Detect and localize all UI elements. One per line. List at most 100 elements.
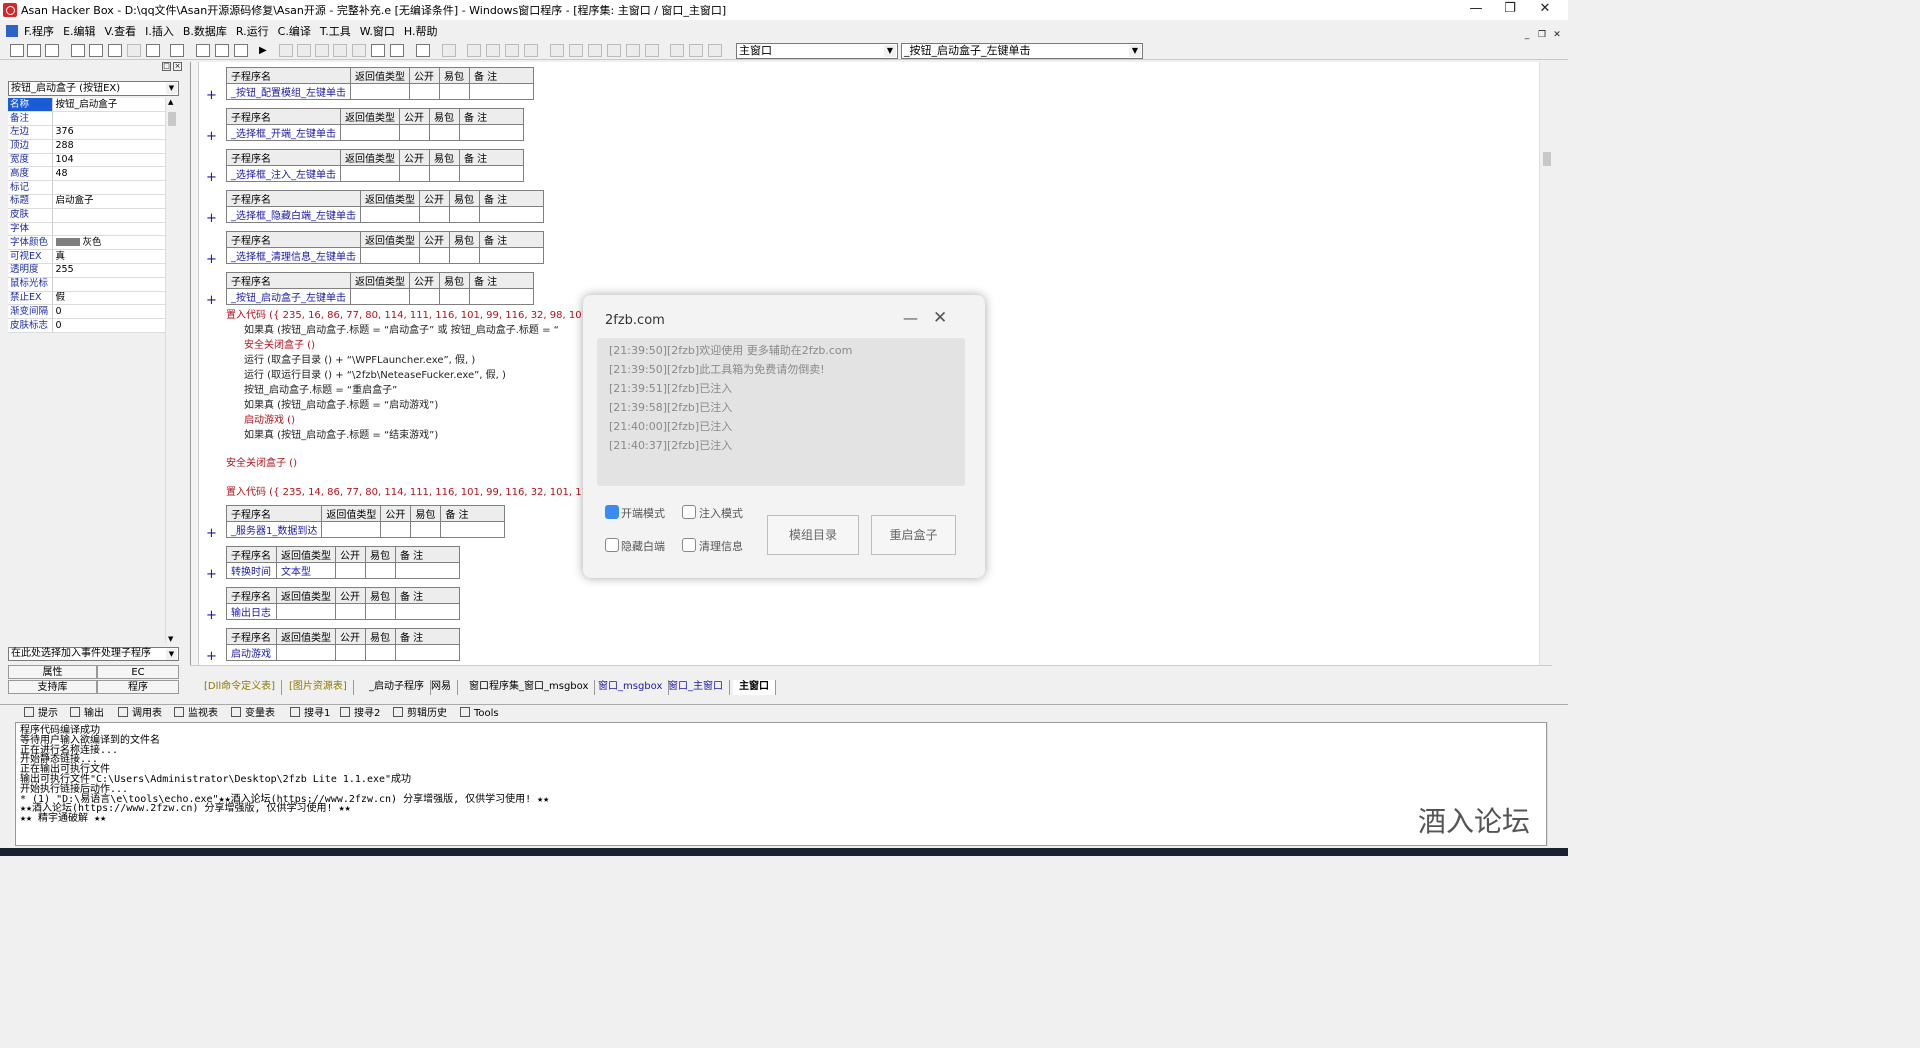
expand-icon[interactable]: + <box>206 294 217 307</box>
property-row[interactable]: 高度 48 <box>8 166 168 182</box>
property-value[interactable] <box>51 277 168 292</box>
pin-icon[interactable]: □ <box>162 62 171 71</box>
dialog-minimize-button[interactable]: — <box>903 309 918 327</box>
paste-icon[interactable] <box>108 44 122 57</box>
property-value[interactable]: 0 <box>51 304 168 320</box>
subroutine-name[interactable]: _按钮_启动盒子_左键单击 <box>226 288 351 305</box>
output-tab[interactable]: 输出 <box>70 707 104 721</box>
subroutine-name[interactable]: _选择框_清理信息_左键单击 <box>226 247 361 264</box>
expand-icon[interactable]: + <box>206 650 217 663</box>
table-row[interactable]: 启动游戏 <box>226 644 460 661</box>
new-file-icon[interactable] <box>10 44 24 57</box>
subroutine-name[interactable]: _选择框_隐藏白端_左键单击 <box>226 206 361 223</box>
align-4-icon[interactable] <box>505 44 519 57</box>
code-line[interactable]: 如果真 (按钮_启动盒子.标题 = “启动游戏”) <box>244 398 438 413</box>
scroll-down-icon[interactable]: ▼ <box>168 635 173 643</box>
subroutine-name[interactable]: _选择框_注入_左键单击 <box>226 165 341 182</box>
find-icon[interactable] <box>170 44 184 57</box>
menu-help[interactable]: H.帮助 <box>404 23 438 39</box>
editor-vscrollbar[interactable] <box>1539 62 1552 665</box>
checkbox-inject-mode[interactable] <box>682 505 696 519</box>
output-tab[interactable]: Tools <box>460 707 499 721</box>
property-value[interactable]: 376 <box>51 125 168 140</box>
output-tab[interactable]: 变量表 <box>231 707 275 721</box>
close-button[interactable]: ✕ <box>1522 0 1568 20</box>
align-9-icon[interactable] <box>607 44 621 57</box>
menu-run[interactable]: R.运行 <box>236 23 269 39</box>
property-row[interactable]: 标记 <box>8 180 168 196</box>
property-scrollbar[interactable]: ▲ ▼ <box>165 98 178 643</box>
table-row[interactable]: 输出日志 <box>226 603 460 620</box>
table-row[interactable]: _选择框_注入_左键单击 <box>226 165 524 182</box>
code-tab[interactable]: 窗口_msgbox <box>592 680 670 695</box>
menu-edit[interactable]: E.编辑 <box>63 23 95 39</box>
expand-icon[interactable]: + <box>206 609 217 622</box>
redo-icon[interactable] <box>127 44 141 57</box>
table-row[interactable]: _服务器1_数据到达 <box>225 521 506 538</box>
size-2-icon[interactable] <box>689 44 703 57</box>
output-scrollbar[interactable] <box>1547 722 1561 846</box>
property-value[interactable]: 104 <box>51 153 168 168</box>
property-value[interactable] <box>51 208 168 223</box>
property-value[interactable]: 0 <box>51 318 168 334</box>
property-value[interactable]: 假 <box>51 291 168 306</box>
editor-hscrollbar[interactable] <box>190 665 1552 678</box>
hand-icon[interactable] <box>390 44 404 57</box>
property-value[interactable]: 255 <box>51 263 168 278</box>
align-6-icon[interactable] <box>550 44 564 57</box>
mdi-close-button[interactable]: ✕ <box>1550 26 1564 46</box>
menu-window[interactable]: W.窗口 <box>360 23 395 39</box>
tab-properties[interactable]: 属性 <box>8 665 97 679</box>
subroutine-name[interactable]: _按钮_配置模组_左键单击 <box>226 83 351 100</box>
code-tab[interactable]: [图片资源表] <box>283 680 354 695</box>
copy-icon[interactable] <box>89 44 103 57</box>
save-icon[interactable] <box>45 44 59 57</box>
code-tab[interactable]: _启动子程序 <box>363 680 431 695</box>
step-into-icon[interactable] <box>297 44 311 57</box>
mdi-restore-button[interactable]: ❐ <box>1535 26 1549 46</box>
size-3-icon[interactable] <box>708 44 722 57</box>
property-value[interactable] <box>51 111 168 127</box>
subroutine-name[interactable]: _选择框_开端_左键单击 <box>226 124 341 141</box>
cut-icon[interactable] <box>71 44 85 57</box>
output-tab[interactable]: 提示 <box>24 707 58 721</box>
output-tab[interactable]: 监视表 <box>174 707 218 721</box>
code-line[interactable]: 运行 (取盒子目录 () + “\WPFLauncher.exe”, 假, ) <box>244 353 475 368</box>
layout-2-icon[interactable] <box>215 44 229 57</box>
output-tab[interactable]: 剪辑历史 <box>393 707 447 721</box>
menu-compile[interactable]: C.编译 <box>278 23 311 39</box>
code-tab[interactable]: 窗口程序集_窗口_msgbox <box>463 680 596 695</box>
step-over-icon[interactable] <box>315 44 329 57</box>
mdi-minimize-button[interactable]: _ <box>1520 26 1534 46</box>
property-value[interactable]: 按钮_启动盒子 <box>51 98 168 113</box>
code-line[interactable]: 运行 (取运行目录 () + “\2fzb\NeteaseFucker.exe”… <box>244 368 506 383</box>
property-row[interactable]: 备注 <box>8 111 168 127</box>
expand-icon[interactable]: + <box>206 568 217 581</box>
align-8-icon[interactable] <box>588 44 602 57</box>
tab-program[interactable]: 程序 <box>97 680 179 694</box>
property-value[interactable] <box>51 180 168 196</box>
code-line[interactable]: 如果真 (按钮_启动盒子.标题 = “结束游戏”) <box>244 428 438 443</box>
open-file-icon[interactable] <box>27 44 41 57</box>
scrollbar-thumb[interactable] <box>168 112 176 126</box>
table-row[interactable]: _选择框_清理信息_左键单击 <box>226 247 544 264</box>
expand-icon[interactable]: + <box>206 253 217 266</box>
code-line[interactable]: 安全关闭盒子 () <box>244 338 315 353</box>
property-value[interactable]: 48 <box>51 166 168 182</box>
undo-icon[interactable] <box>146 44 160 57</box>
align-2-icon[interactable] <box>467 44 481 57</box>
property-row[interactable]: 宽度 104 <box>8 153 168 168</box>
code-line[interactable]: 启动游戏 () <box>244 413 295 428</box>
table-row[interactable]: _按钮_启动盒子_左键单击 <box>226 288 534 305</box>
property-value[interactable]: 真 <box>51 249 168 265</box>
property-row[interactable]: 标题 启动盒子 <box>8 194 168 209</box>
expand-icon[interactable]: + <box>206 527 217 540</box>
close-icon[interactable]: × <box>173 62 182 71</box>
event-handler-combo[interactable]: 在此处选择加入事件处理子程序 ▼ <box>8 647 179 661</box>
subroutine-name[interactable]: _服务器1_数据到达 <box>225 521 323 538</box>
checkbox-open-mode[interactable] <box>605 505 619 519</box>
property-row[interactable]: 顶边 288 <box>8 139 168 154</box>
align-5-icon[interactable] <box>524 44 538 57</box>
tab-support-lib[interactable]: 支持库 <box>8 680 97 694</box>
window-selector-combo[interactable]: 主窗口 ▼ <box>736 43 898 59</box>
